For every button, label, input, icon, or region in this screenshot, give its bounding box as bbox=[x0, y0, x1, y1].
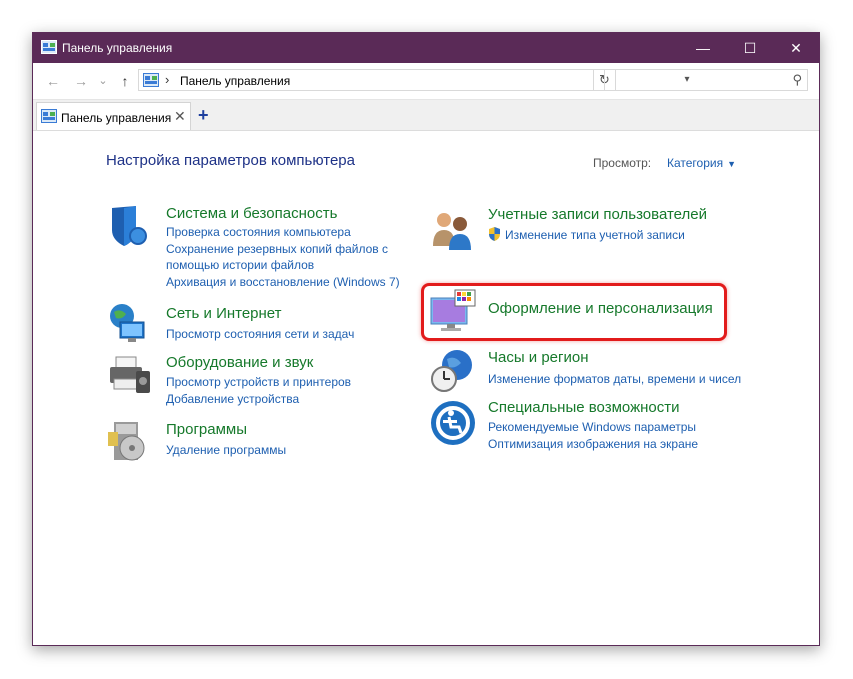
main-content: Настройка параметров компьютера Просмотр… bbox=[33, 131, 819, 645]
forward-button[interactable]: → bbox=[73, 73, 89, 89]
highlight-annotation bbox=[421, 283, 727, 341]
minimize-button[interactable]: — bbox=[680, 33, 726, 63]
category-title[interactable]: Специальные возможности bbox=[488, 399, 680, 416]
tab-bar: Панель управления ✕ + bbox=[33, 99, 819, 131]
tab-control-panel[interactable]: Панель управления ✕ bbox=[36, 102, 191, 130]
category-title[interactable]: Оборудование и звук bbox=[166, 354, 313, 371]
view-label: Просмотр: bbox=[593, 156, 652, 170]
link-add-device[interactable]: Добавление устройства bbox=[166, 392, 299, 406]
clock-globe-icon bbox=[431, 350, 472, 392]
control-panel-icon bbox=[41, 40, 57, 54]
tab-close-icon[interactable]: ✕ bbox=[174, 108, 186, 125]
breadcrumb-control-panel[interactable]: Панель управления bbox=[180, 74, 290, 88]
search-input[interactable]: ⚲ bbox=[604, 69, 808, 91]
users-icon bbox=[433, 213, 471, 250]
maximize-button[interactable]: ☐ bbox=[727, 33, 773, 63]
tab-label: Панель управления bbox=[61, 111, 172, 125]
category-title[interactable]: Сеть и Интернет bbox=[166, 305, 282, 322]
link-file-history-backup[interactable]: Сохранение резервных копий файлов с bbox=[166, 242, 388, 256]
link-optimize-display[interactable]: Оптимизация изображения на экране bbox=[488, 437, 698, 451]
category-title[interactable]: Программы bbox=[166, 421, 247, 438]
search-icon[interactable]: ⚲ bbox=[792, 72, 802, 88]
link-change-date-formats[interactable]: Изменение форматов даты, времени и чисел bbox=[488, 372, 741, 386]
address-bar: ← → ⌄ ↑ › Панель управления ▾ ↻ ⚲ bbox=[33, 63, 819, 99]
link-check-computer-status[interactable]: Проверка состояния компьютера bbox=[166, 225, 351, 239]
new-tab-button[interactable]: + bbox=[198, 105, 209, 126]
link-file-history-backup-cont[interactable]: помощью истории файлов bbox=[166, 258, 314, 272]
back-button[interactable]: ← bbox=[45, 73, 61, 89]
title-bar[interactable]: Панель управления — ☐ ✕ bbox=[33, 33, 819, 63]
address-field[interactable]: › Панель управления ▾ bbox=[138, 69, 690, 91]
recent-locations-button[interactable]: ⌄ bbox=[95, 73, 111, 89]
page-title: Настройка параметров компьютера bbox=[106, 152, 355, 169]
link-uninstall-program[interactable]: Удаление программы bbox=[166, 443, 286, 457]
view-mode-value[interactable]: Категория bbox=[667, 156, 723, 170]
control-panel-icon bbox=[41, 109, 57, 123]
up-button[interactable]: ↑ bbox=[117, 73, 133, 89]
close-button[interactable]: ✕ bbox=[773, 33, 819, 63]
category-title[interactable]: Учетные записи пользователей bbox=[488, 206, 707, 223]
breadcrumb-separator[interactable]: › bbox=[165, 72, 169, 87]
category-title[interactable]: Часы и регион bbox=[488, 349, 589, 366]
view-mode-dropdown[interactable]: Категория ▼ bbox=[667, 156, 736, 170]
shield-icon bbox=[112, 206, 147, 246]
link-backup-restore[interactable]: Архивация и восстановление (Windows 7) bbox=[166, 275, 400, 289]
link-recommended-settings[interactable]: Рекомендуемые Windows параметры bbox=[488, 420, 696, 434]
link-devices-printers[interactable]: Просмотр устройств и принтеров bbox=[166, 375, 351, 389]
category-title[interactable]: Система и безопасность bbox=[166, 205, 337, 222]
uac-shield-icon bbox=[489, 227, 500, 241]
window-title: Панель управления bbox=[62, 41, 173, 55]
printer-icon bbox=[110, 356, 150, 393]
chevron-down-icon[interactable]: ▼ bbox=[727, 159, 736, 169]
control-panel-window: Панель управления — ☐ ✕ ← → ⌄ ↑ › Панель… bbox=[32, 32, 820, 646]
link-network-status[interactable]: Просмотр состояния сети и задач bbox=[166, 327, 354, 341]
link-change-account-type[interactable]: Изменение типа учетной записи bbox=[505, 228, 685, 242]
control-panel-icon bbox=[143, 73, 159, 87]
network-globe-icon bbox=[110, 304, 145, 342]
accessibility-icon bbox=[431, 401, 475, 445]
programs-disc-icon bbox=[108, 422, 145, 461]
